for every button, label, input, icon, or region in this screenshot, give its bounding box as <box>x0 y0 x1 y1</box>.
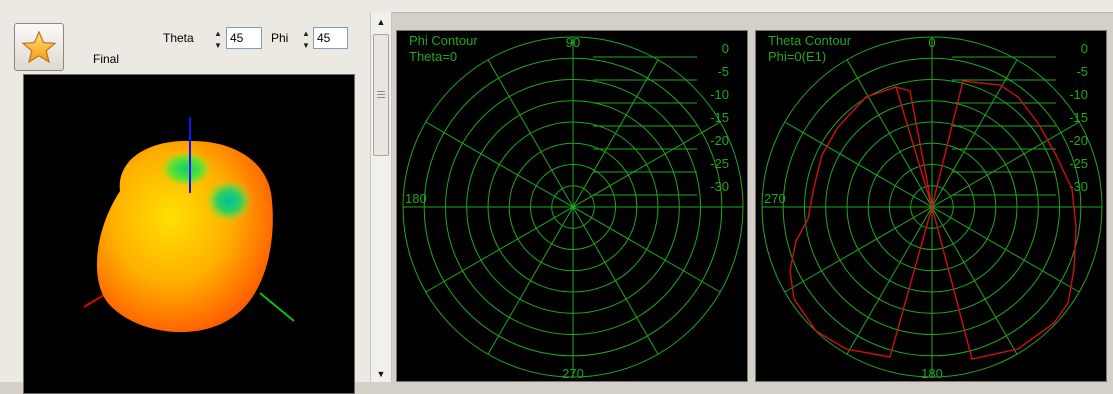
radiation-pattern-3d-graphic <box>83 117 295 333</box>
db-scale-label: -10 <box>1069 87 1088 102</box>
db-scale-label: -20 <box>1069 133 1088 148</box>
lobe-null-right <box>205 179 253 223</box>
y-axis-line <box>259 292 295 322</box>
theta-polar-plot: 0-5-10-15-20-25-300270180 <box>761 35 1103 381</box>
phi-panel-title: Phi Contour <box>409 33 478 48</box>
phi-spinner[interactable]: ▲ ▼ <box>300 27 312 51</box>
db-scale-label: -25 <box>710 156 729 171</box>
db-scale-label: -15 <box>710 110 729 125</box>
db-scale-label: -5 <box>1076 64 1088 79</box>
final-label: Final <box>93 52 120 66</box>
phi-panel-subtitle: Theta=0 <box>409 49 458 64</box>
db-scale-label: -15 <box>1069 110 1088 125</box>
angle-label-bottom: 270 <box>562 366 584 381</box>
angle-label-left: 180 <box>405 191 427 206</box>
angle-label-bottom: 180 <box>921 366 943 381</box>
db-scale-label: -30 <box>710 179 729 194</box>
radiation-pattern-3d-view[interactable] <box>23 74 355 394</box>
scroll-up-arrow-icon[interactable]: ▲ <box>374 15 388 29</box>
angle-label-top: 0 <box>928 35 935 50</box>
scroll-down-arrow-icon[interactable]: ▼ <box>374 367 388 381</box>
theta-label: Theta <box>163 31 194 45</box>
vertical-scrollbar[interactable]: ▲ ▼ <box>370 12 392 382</box>
phi-up-arrow-icon[interactable]: ▲ <box>300 27 312 39</box>
theta-contour-panel: 0 -5 -10 -15 -20 -25 -30 0 270 180 Theta Contour … <box>755 30 1107 382</box>
theta-spinner[interactable]: ▲ ▼ <box>212 27 224 51</box>
db-scale-label: 0 <box>722 41 729 56</box>
phi-down-arrow-icon[interactable]: ▼ <box>300 39 312 51</box>
favorite-button[interactable] <box>14 23 64 71</box>
lobe-null-upper <box>160 151 212 187</box>
db-scale-label: -25 <box>1069 156 1088 171</box>
theta-pattern-trace <box>789 80 1077 360</box>
db-scale-label: -20 <box>710 133 729 148</box>
phi-polar-plot: 0 -5 -10 -15 -20 -25 -30 90 180 270 <box>402 35 744 381</box>
theta-down-arrow-icon[interactable]: ▼ <box>212 39 224 51</box>
db-scale-label: -10 <box>710 87 729 102</box>
theta-up-arrow-icon[interactable]: ▲ <box>212 27 224 39</box>
theta-input[interactable]: 45 <box>226 27 262 49</box>
db-scale-label: -5 <box>717 64 729 79</box>
db-scale-label: 0 <box>1081 41 1088 56</box>
phi-label: Phi <box>271 31 289 45</box>
pattern-3d-pane: Final Theta ▲ ▼ 45 Phi ▲ ▼ 45 <box>0 12 370 394</box>
phi-contour-panel: 0 -5 -10 -15 -20 -25 -30 90 180 270 Phi Contour T… <box>396 30 748 382</box>
angle-label-top: 90 <box>566 35 580 50</box>
theta-panel-subtitle: Phi=0(E1) <box>768 49 827 64</box>
star-icon <box>21 30 57 64</box>
phi-input[interactable]: 45 <box>313 27 348 49</box>
scrollbar-thumb[interactable] <box>373 34 389 156</box>
angle-label-left: 270 <box>764 191 786 206</box>
theta-panel-title: Theta Contour <box>768 33 852 48</box>
